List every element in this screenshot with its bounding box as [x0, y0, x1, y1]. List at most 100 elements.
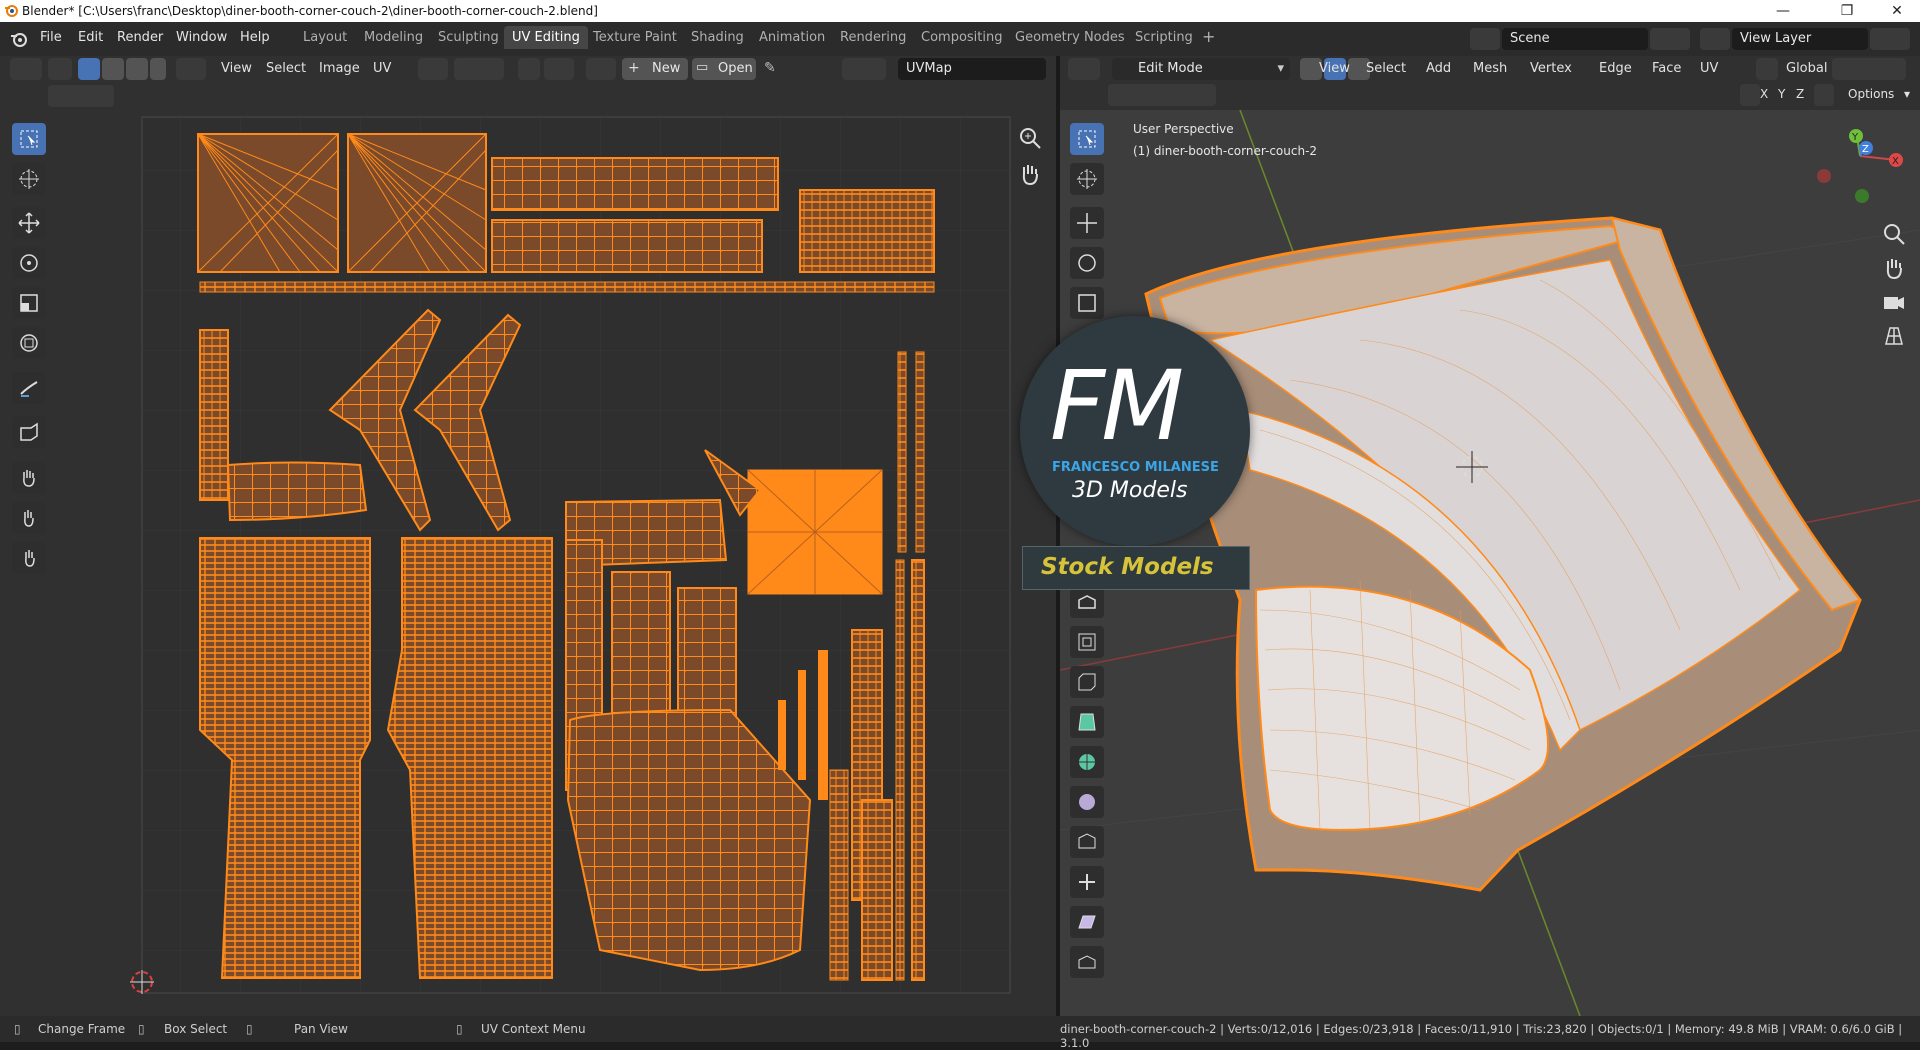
falloff-icon[interactable]	[544, 58, 574, 80]
uv-overlay-icon[interactable]	[842, 58, 886, 80]
uv-menu-image[interactable]: Image	[319, 61, 360, 76]
vp-tool-smooth[interactable]	[1070, 866, 1104, 898]
menu-edit[interactable]: Edit	[78, 30, 103, 45]
maximize-button[interactable]: ❐	[1824, 0, 1870, 22]
viewport-pan-hand-icon[interactable]	[1880, 254, 1908, 282]
axis-x-toggle[interactable]: X	[1760, 87, 1768, 101]
tab-texture-paint[interactable]: Texture Paint	[593, 30, 677, 45]
vp-tool-knife[interactable]	[1070, 746, 1104, 778]
menu-render[interactable]: Render	[117, 30, 163, 45]
vp-tool-select-box[interactable]	[1070, 123, 1104, 155]
axis-y-toggle[interactable]: Y	[1778, 87, 1785, 101]
sync-selection-icon[interactable]	[48, 58, 72, 80]
tab-uv-editing[interactable]: UV Editing	[504, 26, 588, 49]
scene-selector-icon[interactable]	[1470, 28, 1500, 50]
tab-shading[interactable]: Shading	[691, 30, 744, 45]
uv-tool-scale[interactable]	[12, 287, 46, 319]
tab-animation[interactable]: Animation	[759, 30, 825, 45]
uv-tool-annotate[interactable]	[12, 372, 46, 404]
vp-menu-add[interactable]: Add	[1426, 61, 1451, 76]
vp-tool-rip[interactable]	[1070, 946, 1104, 978]
vp-menu-view[interactable]: View	[1319, 61, 1350, 76]
tab-geometry-nodes[interactable]: Geometry Nodes	[1015, 30, 1125, 45]
viewport-zoom-icon[interactable]	[1880, 220, 1908, 248]
vp-menu-edge[interactable]: Edge	[1599, 61, 1632, 76]
new-image-button[interactable]: + New	[622, 58, 688, 80]
vp-tool-poly-build[interactable]	[1070, 786, 1104, 818]
uv-tool-rip[interactable]	[12, 416, 46, 448]
vp-tool-inset[interactable]	[1070, 626, 1104, 658]
pin-icon[interactable]: ✎	[764, 60, 776, 76]
perspective-toggle-icon[interactable]	[1880, 322, 1908, 350]
new-view-layer-icon[interactable]	[1870, 28, 1910, 50]
scene-field[interactable]: Scene	[1502, 28, 1648, 50]
vp-select-mode-icons[interactable]	[1108, 84, 1216, 106]
vp-tool-bevel[interactable]	[1070, 666, 1104, 698]
vp-menu-mesh[interactable]: Mesh	[1473, 61, 1507, 76]
uv-tool-rotate[interactable]	[12, 247, 46, 279]
island-select-icon[interactable]	[150, 58, 166, 80]
uv-menu-view[interactable]: View	[221, 61, 252, 76]
menu-file[interactable]: File	[40, 30, 62, 45]
snap-icon[interactable]	[454, 58, 504, 80]
new-scene-icon[interactable]	[1650, 28, 1690, 50]
uv-tool-select-box[interactable]	[12, 123, 46, 155]
uv-pan-hand-icon[interactable]	[1016, 160, 1044, 188]
select-mode-icons[interactable]	[48, 85, 114, 107]
navigation-gizmo[interactable]: X Y Z	[1816, 124, 1916, 210]
uv-tool-relax[interactable]	[12, 502, 46, 534]
close-button[interactable]: ✕	[1874, 0, 1920, 22]
editor-type-icon[interactable]	[10, 58, 42, 80]
view-layer-icon[interactable]	[1700, 28, 1730, 50]
face-select-icon[interactable]	[126, 58, 148, 80]
viewport-editor-type-icon[interactable]	[1068, 58, 1100, 80]
uv-tool-pinch[interactable]	[12, 542, 46, 574]
vp-tool-rotate[interactable]	[1070, 247, 1104, 279]
snap-settings-icon[interactable]	[1832, 58, 1906, 80]
vp-tool-cursor[interactable]	[1070, 163, 1104, 195]
uv-editor-canvas[interactable]	[0, 110, 1056, 1016]
mirror-options-icon[interactable]	[1740, 84, 1760, 106]
vp-tool-move[interactable]	[1070, 207, 1104, 239]
blender-menu-icon[interactable]	[10, 30, 28, 48]
tab-sculpting[interactable]: Sculpting	[438, 30, 499, 45]
uv-tool-move[interactable]	[12, 207, 46, 239]
view-layer-field[interactable]: View Layer	[1732, 28, 1868, 50]
vp-tool-scale[interactable]	[1070, 287, 1104, 319]
vp-menu-face[interactable]: Face	[1652, 61, 1681, 76]
vp-tool-shear[interactable]	[1070, 906, 1104, 938]
tab-scripting[interactable]: Scripting	[1135, 30, 1193, 45]
vp-menu-uv[interactable]: UV	[1700, 61, 1718, 76]
open-image-button[interactable]: ▭ Open	[692, 58, 756, 80]
vp-tool-spin[interactable]	[1070, 826, 1104, 858]
uv-tool-grab[interactable]	[12, 462, 46, 494]
transform-orientation-icon[interactable]	[1756, 58, 1778, 80]
axis-z-toggle[interactable]: Z	[1796, 87, 1804, 101]
image-browse-icon[interactable]	[586, 58, 616, 80]
tab-rendering[interactable]: Rendering	[840, 30, 906, 45]
uv-zoom-icon[interactable]	[1016, 124, 1044, 152]
proportional-edit-icon[interactable]	[518, 58, 540, 80]
mode-dropdown[interactable]: Edit Mode ▾	[1112, 58, 1290, 80]
minimize-button[interactable]: —	[1760, 0, 1806, 22]
vp-tool-loop-cut[interactable]	[1070, 706, 1104, 738]
tab-layout[interactable]: Layout	[303, 30, 347, 45]
tab-compositing[interactable]: Compositing	[921, 30, 1003, 45]
menu-help[interactable]: Help	[240, 30, 270, 45]
uv-tool-transform[interactable]	[12, 327, 46, 359]
vertex-select-icon[interactable]	[78, 58, 100, 80]
sticky-select-icon[interactable]	[176, 58, 206, 80]
auto-merge-icon[interactable]	[1814, 84, 1834, 106]
camera-view-icon[interactable]	[1880, 288, 1908, 316]
vp-menu-select[interactable]: Select	[1366, 61, 1406, 76]
uvmap-field[interactable]: UVMap	[898, 58, 1046, 80]
vp-tool-extrude[interactable]	[1070, 586, 1104, 618]
edge-select-icon[interactable]	[102, 58, 124, 80]
uv-menu-uv[interactable]: UV	[373, 61, 391, 76]
uv-menu-select[interactable]: Select	[266, 61, 306, 76]
uv-tool-cursor[interactable]	[12, 163, 46, 195]
add-workspace-button[interactable]: +	[1202, 27, 1215, 46]
options-dropdown[interactable]: Options ▾	[1842, 84, 1916, 106]
vp-menu-vertex[interactable]: Vertex	[1530, 61, 1572, 76]
menu-window[interactable]: Window	[176, 30, 227, 45]
